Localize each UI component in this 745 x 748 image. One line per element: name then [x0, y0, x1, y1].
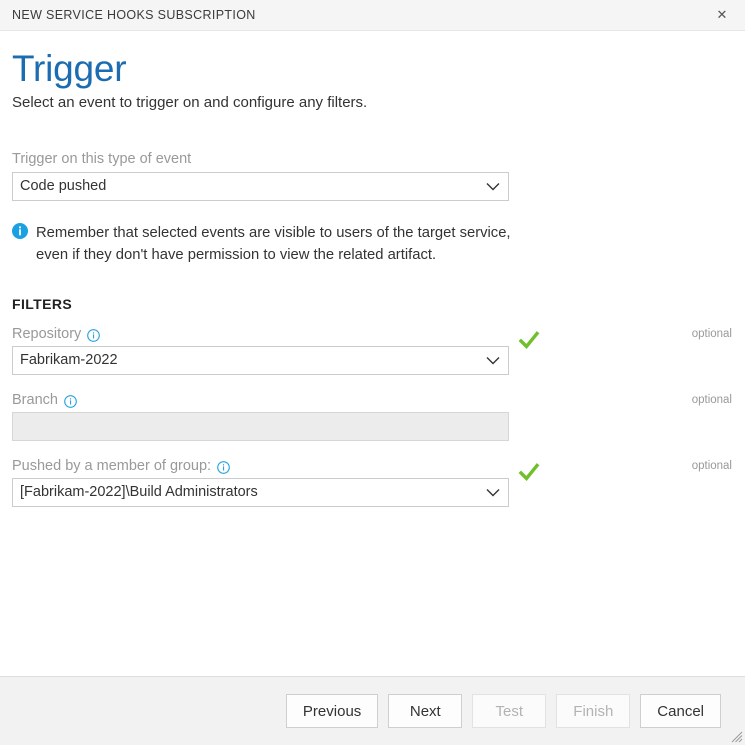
- page-title: Trigger: [12, 47, 733, 91]
- dialog-titlebar: NEW SERVICE HOOKS SUBSCRIPTION ✕: [0, 0, 745, 31]
- branch-label: Branch: [12, 392, 77, 408]
- previous-button[interactable]: Previous: [286, 694, 378, 728]
- branch-optional-label: optional: [692, 394, 733, 406]
- repository-select-wrap: Fabrikam-2022: [12, 346, 509, 375]
- repository-label: Repository: [12, 326, 100, 342]
- page-subtitle: Select an event to trigger on and config…: [12, 93, 733, 113]
- dialog-content: Trigger Select an event to trigger on an…: [0, 31, 745, 676]
- dialog-title: NEW SERVICE HOOKS SUBSCRIPTION: [12, 8, 256, 22]
- branch-input: [12, 412, 509, 441]
- pushed-by-group-optional-label: optional: [692, 460, 733, 472]
- pushed-by-group-filter-field: Pushed by a member of group: optional [F…: [12, 458, 733, 507]
- info-circle-filled-icon: [12, 223, 28, 239]
- pushed-by-group-label-row: Pushed by a member of group: optional: [12, 458, 733, 474]
- green-check-icon: [518, 328, 540, 352]
- event-type-select-wrap: Code pushed: [12, 172, 509, 201]
- branch-label-row: Branch optional: [12, 392, 733, 408]
- repository-optional-label: optional: [692, 328, 733, 340]
- pushed-by-group-label: Pushed by a member of group:: [12, 458, 230, 474]
- next-button[interactable]: Next: [388, 694, 462, 728]
- event-type-field: Trigger on this type of event Code pushe…: [12, 151, 733, 201]
- pushed-by-group-select[interactable]: [Fabrikam-2022]\Build Administrators: [12, 478, 509, 507]
- close-icon[interactable]: ✕: [709, 3, 735, 27]
- info-circle-icon[interactable]: [64, 395, 77, 408]
- resize-grip-icon[interactable]: [729, 729, 743, 743]
- notice-text: Remember that selected events are visibl…: [36, 223, 517, 266]
- branch-filter-field: Branch optional: [12, 392, 733, 441]
- new-service-hooks-subscription-dialog: NEW SERVICE HOOKS SUBSCRIPTION ✕ Trigger…: [0, 0, 745, 745]
- finish-button: Finish: [556, 694, 630, 728]
- event-type-label-text: Trigger on this type of event: [12, 151, 191, 167]
- pushed-by-group-select-wrap: [Fabrikam-2022]\Build Administrators: [12, 478, 509, 507]
- cancel-button[interactable]: Cancel: [640, 694, 721, 728]
- test-button: Test: [472, 694, 546, 728]
- events-visibility-notice: Remember that selected events are visibl…: [12, 223, 517, 266]
- info-circle-icon[interactable]: [87, 329, 100, 342]
- branch-input-wrap: [12, 412, 509, 441]
- repository-select[interactable]: Fabrikam-2022: [12, 346, 509, 375]
- event-type-select[interactable]: Code pushed: [12, 172, 509, 201]
- repository-label-row: Repository optional: [12, 326, 733, 342]
- filters-heading: FILTERS: [12, 296, 733, 312]
- pushed-by-group-label-text: Pushed by a member of group:: [12, 458, 211, 474]
- branch-label-text: Branch: [12, 392, 58, 408]
- repository-filter-field: Repository optional Fabrikam-2022: [12, 326, 733, 375]
- event-type-label: Trigger on this type of event: [12, 151, 733, 167]
- repository-label-text: Repository: [12, 326, 81, 342]
- info-circle-icon[interactable]: [217, 461, 230, 474]
- dialog-footer: Previous Next Test Finish Cancel: [0, 676, 745, 745]
- green-check-icon: [518, 460, 540, 484]
